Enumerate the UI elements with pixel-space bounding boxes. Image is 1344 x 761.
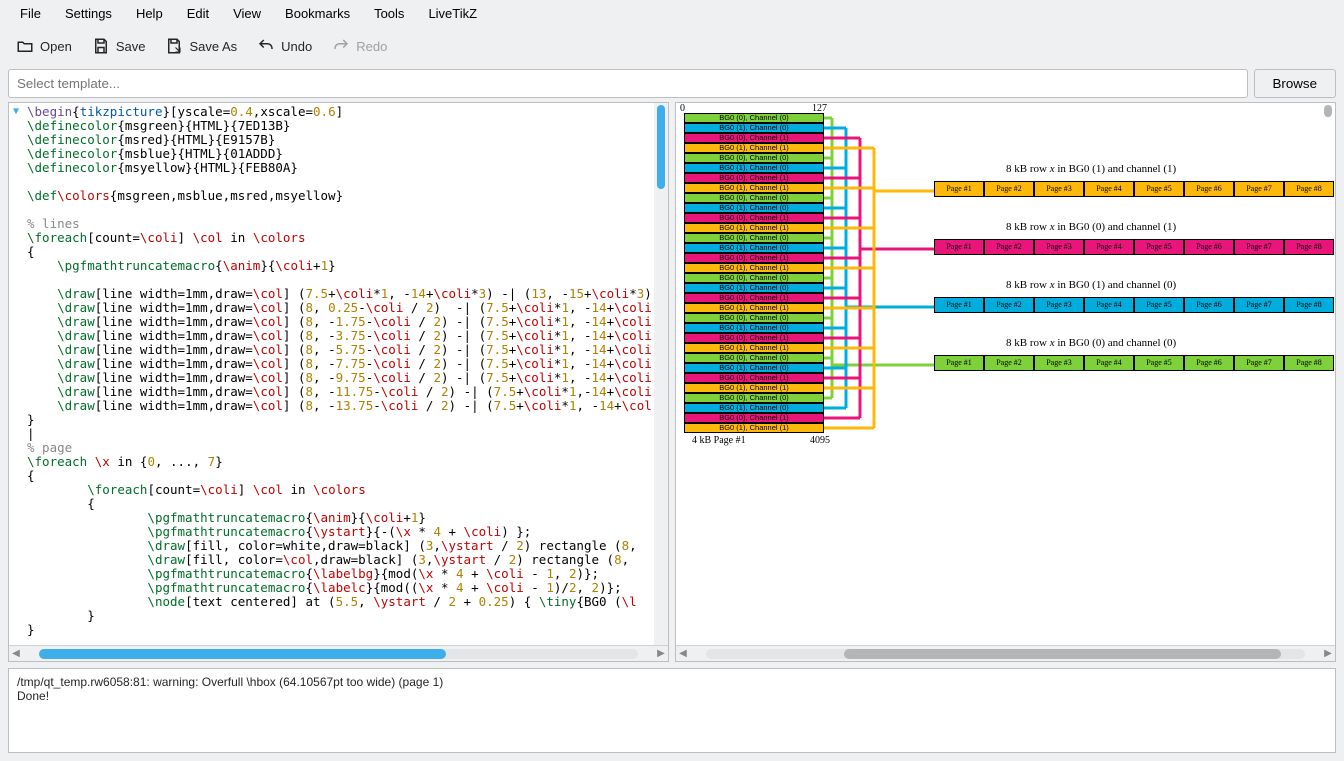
page-cell: Page #1 — [934, 355, 984, 371]
open-label: Open — [40, 39, 72, 54]
group-title: 8 kB row x in BG0 (0) and channel (1) — [1006, 221, 1176, 233]
code-vscrollbar[interactable] — [654, 103, 668, 645]
code-editor[interactable]: ▼\begin{tikzpicture}[yscale=0.4,xscale=0… — [9, 103, 668, 645]
page-cell: Page #7 — [1234, 355, 1284, 371]
page-cell: Page #3 — [1034, 355, 1084, 371]
preview[interactable]: 0127BG0 (0), Channel (0)BG0 (1), Channel… — [676, 103, 1335, 645]
open-button[interactable]: Open — [10, 33, 78, 59]
group-title: 8 kB row x in BG0 (1) and channel (1) — [1006, 163, 1176, 175]
menu-edit[interactable]: Edit — [175, 2, 221, 25]
page-cell: Page #2 — [984, 239, 1034, 255]
redo-button: Redo — [326, 33, 393, 59]
redo-icon — [332, 37, 350, 55]
page-cell: Page #4 — [1084, 297, 1134, 313]
save-button[interactable]: Save — [86, 33, 152, 59]
page-table: Page #1Page #2Page #3Page #4Page #5Page … — [934, 297, 1334, 313]
page-cell: Page #2 — [984, 181, 1034, 197]
code-editor-pane: ▼\begin{tikzpicture}[yscale=0.4,xscale=0… — [8, 102, 669, 662]
page-cell: Page #2 — [984, 297, 1034, 313]
saveas-label: Save As — [189, 39, 237, 54]
menu-bookmarks[interactable]: Bookmarks — [273, 2, 362, 25]
saveas-button[interactable]: Save As — [159, 33, 243, 59]
preview-pane: 0127BG0 (0), Channel (0)BG0 (1), Channel… — [675, 102, 1336, 662]
toolbar: Open Save Save As Undo Redo — [0, 27, 1344, 65]
page-table: Page #1Page #2Page #3Page #4Page #5Page … — [934, 181, 1334, 197]
console: /tmp/qt_temp.rw6058:81: warning: Overful… — [8, 668, 1336, 753]
page-cell: Page #6 — [1184, 355, 1234, 371]
page-cell: Page #3 — [1034, 239, 1084, 255]
page-cell: Page #7 — [1234, 181, 1284, 197]
page-cell: Page #4 — [1084, 239, 1134, 255]
page-cell: Page #5 — [1134, 355, 1184, 371]
menu-help[interactable]: Help — [124, 2, 175, 25]
page-cell: Page #1 — [934, 239, 984, 255]
redo-label: Redo — [356, 39, 387, 54]
console-line: Done! — [17, 689, 1327, 703]
template-input[interactable] — [8, 69, 1248, 98]
save-icon — [92, 37, 110, 55]
page-cell: Page #6 — [1184, 297, 1234, 313]
save-as-icon — [165, 37, 183, 55]
page-cell: Page #4 — [1084, 181, 1134, 197]
page-cell: Page #1 — [934, 297, 984, 313]
page-cell: Page #4 — [1084, 355, 1134, 371]
template-row: Browse — [0, 65, 1344, 102]
preview-hscrollbar[interactable]: ◀▶ — [676, 645, 1335, 661]
page-cell: Page #1 — [934, 181, 984, 197]
undo-button[interactable]: Undo — [251, 33, 318, 59]
menubar: FileSettingsHelpEditViewBookmarksToolsLi… — [0, 0, 1344, 27]
page-cell: Page #5 — [1134, 239, 1184, 255]
folder-open-icon — [16, 37, 34, 55]
page-table: Page #1Page #2Page #3Page #4Page #5Page … — [934, 239, 1334, 255]
page-cell: Page #3 — [1034, 181, 1084, 197]
preview-vscrollbar[interactable] — [1321, 103, 1335, 645]
page-cell: Page #7 — [1234, 239, 1284, 255]
page-cell: Page #5 — [1134, 297, 1184, 313]
menu-tools[interactable]: Tools — [362, 2, 416, 25]
page-cell: Page #3 — [1034, 297, 1084, 313]
console-line: /tmp/qt_temp.rw6058:81: warning: Overful… — [17, 675, 1327, 689]
page-cell: Page #7 — [1234, 297, 1284, 313]
page-cell: Page #5 — [1134, 181, 1184, 197]
group-title: 8 kB row x in BG0 (1) and channel (0) — [1006, 279, 1176, 291]
page-table: Page #1Page #2Page #3Page #4Page #5Page … — [934, 355, 1334, 371]
menu-view[interactable]: View — [221, 2, 273, 25]
menu-settings[interactable]: Settings — [53, 2, 124, 25]
page-cell: Page #2 — [984, 355, 1034, 371]
group-title: 8 kB row x in BG0 (0) and channel (0) — [1006, 337, 1176, 349]
menu-livetikz[interactable]: LiveTikZ — [416, 2, 489, 25]
undo-icon — [257, 37, 275, 55]
page-cell: Page #6 — [1184, 239, 1234, 255]
save-label: Save — [116, 39, 146, 54]
browse-button[interactable]: Browse — [1254, 69, 1336, 98]
page-cell: Page #6 — [1184, 181, 1234, 197]
code-hscrollbar[interactable]: ◀▶ — [9, 645, 668, 661]
menu-file[interactable]: File — [8, 2, 53, 25]
undo-label: Undo — [281, 39, 312, 54]
